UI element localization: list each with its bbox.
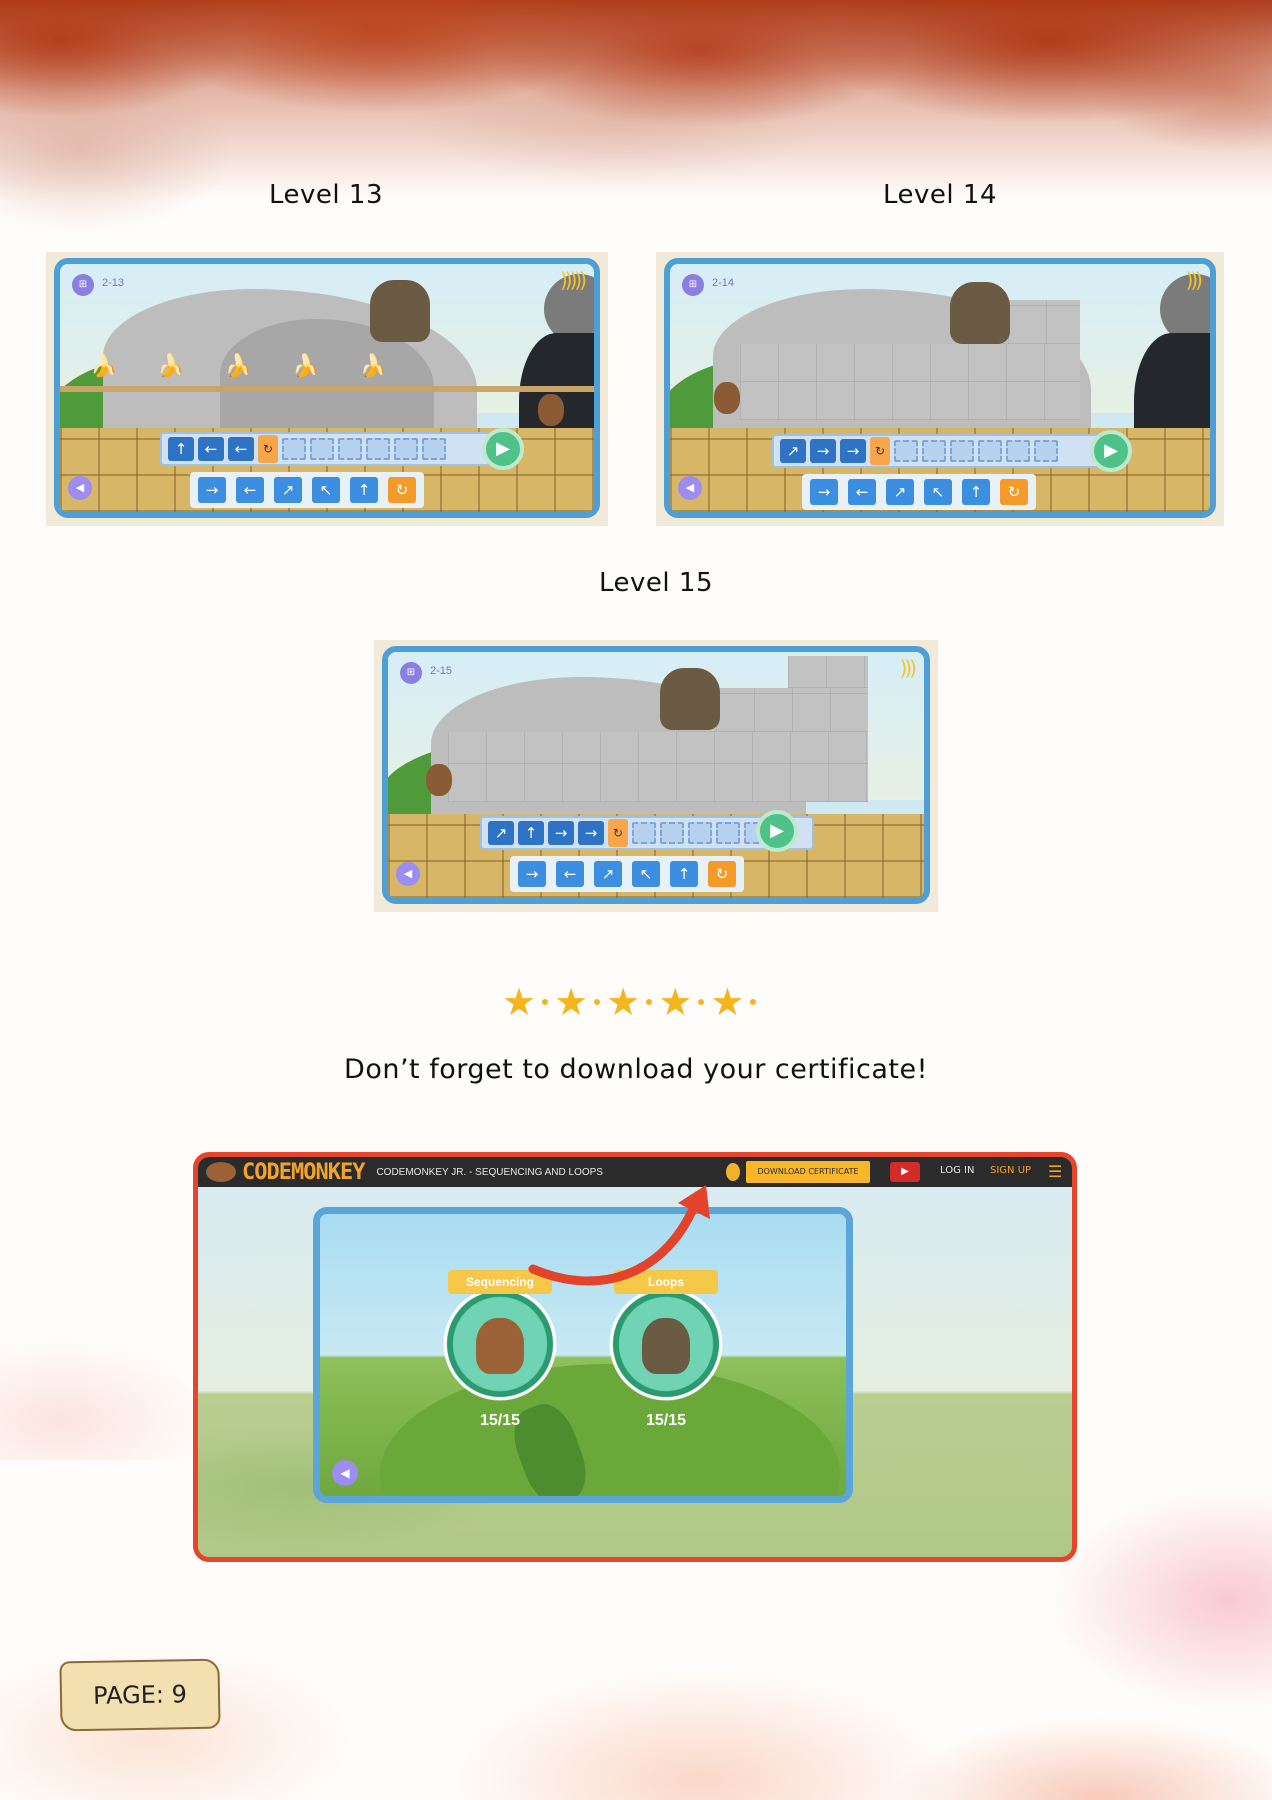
star-icon: ★ <box>710 980 745 1024</box>
game-frame: ⊞ 2-14 ))) ↗ → → ↻ ▶ → ← ↗ ↖ ↑ ↻ ◀ <box>664 258 1216 518</box>
star-icon: ★ <box>502 980 537 1024</box>
empty-slot[interactable] <box>310 438 334 460</box>
star-icon: ★ <box>658 980 693 1024</box>
command-palette: → ← ↗ ↖ ↑ ↻ <box>510 856 744 892</box>
certificate-screenshot: CODEMONKEY CODEMONKEY JR. - SEQUENCING A… <box>193 1152 1077 1562</box>
banana-counter: ))))) <box>559 268 587 292</box>
code-tile[interactable]: → <box>810 439 836 463</box>
empty-slot[interactable] <box>894 440 918 462</box>
level-15-screenshot: ⊞ 2-15 ))) ↗ ↑ → → ↻ ▶ → ← ↗ ↖ ↑ ↻ ◀ <box>374 640 938 912</box>
empty-slot[interactable] <box>366 438 390 460</box>
level-14-screenshot: ⊞ 2-14 ))) ↗ → → ↻ ▶ → ← ↗ ↖ ↑ ↻ ◀ <box>656 252 1224 526</box>
monkey-character <box>426 764 452 796</box>
code-tile[interactable]: → <box>840 439 866 463</box>
page-number: PAGE: 9 <box>92 1680 188 1710</box>
caption-level-15: Level 15 <box>599 568 713 598</box>
play-button[interactable]: ▶ <box>756 810 798 852</box>
palette-up-right[interactable]: ↗ <box>594 861 622 887</box>
sound-icon[interactable]: ◀ <box>678 476 702 500</box>
map-icon[interactable]: ⊞ <box>682 274 704 296</box>
map-icon[interactable]: ⊞ <box>400 662 422 684</box>
command-palette: → ← ↗ ↖ ↑ ↻ <box>802 474 1036 510</box>
banana-counter: ))) <box>899 656 918 680</box>
sound-icon[interactable]: ◀ <box>68 476 92 500</box>
empty-slot[interactable] <box>950 440 974 462</box>
pointer-arrow-icon <box>528 1185 710 1286</box>
palette-left[interactable]: ← <box>556 861 584 887</box>
empty-slot[interactable] <box>922 440 946 462</box>
level-number: 2-14 <box>712 277 735 289</box>
gorilla-character <box>660 668 720 730</box>
banana-icon: 🍌🍌🍌🍌🍌 <box>90 354 427 379</box>
empty-slot[interactable] <box>716 822 740 844</box>
palette-loop[interactable]: ↻ <box>708 861 736 887</box>
empty-slot[interactable] <box>338 438 362 460</box>
download-reminder: Don’t forget to download your certificat… <box>344 1054 928 1085</box>
star-icon: ★ <box>606 980 641 1024</box>
palette-up-right[interactable]: ↗ <box>274 477 302 503</box>
loop-end-tile[interactable]: ↻ <box>608 819 628 847</box>
star-divider: ★ ★ ★ ★ ★ <box>502 982 770 1022</box>
page-number-scroll: PAGE: 9 <box>59 1658 221 1732</box>
palette-up-left[interactable]: ↖ <box>632 861 660 887</box>
level-number: 2-13 <box>102 277 125 289</box>
palette-left[interactable]: ← <box>236 477 264 503</box>
empty-slot[interactable] <box>422 438 446 460</box>
code-tile[interactable]: ← <box>198 437 224 461</box>
program-bar[interactable]: ↗ → → ↻ <box>772 434 1102 468</box>
empty-slot[interactable] <box>632 822 656 844</box>
loop-end-tile[interactable]: ↻ <box>870 437 890 465</box>
palette-up[interactable]: ↑ <box>962 479 990 505</box>
stone-blocks <box>448 732 868 802</box>
empty-slot[interactable] <box>1034 440 1058 462</box>
watercolor-top-wash <box>0 0 1272 240</box>
empty-slot[interactable] <box>1006 440 1030 462</box>
empty-slot[interactable] <box>978 440 1002 462</box>
program-bar[interactable]: ↑ ← ← ↻ <box>160 432 490 466</box>
caption-level-13: Level 13 <box>269 180 383 210</box>
palette-up-left[interactable]: ↖ <box>312 477 340 503</box>
palette-up[interactable]: ↑ <box>670 861 698 887</box>
monkey-character <box>714 382 740 414</box>
command-palette: → ← ↗ ↖ ↑ ↻ <box>190 472 424 508</box>
empty-slot[interactable] <box>688 822 712 844</box>
palette-left[interactable]: ← <box>848 479 876 505</box>
empty-slot[interactable] <box>660 822 684 844</box>
code-tile[interactable]: ← <box>228 437 254 461</box>
level-number: 2-15 <box>430 665 453 677</box>
code-tile[interactable]: ↑ <box>168 437 194 461</box>
code-tile[interactable]: → <box>578 821 604 845</box>
palette-right[interactable]: → <box>518 861 546 887</box>
code-tile[interactable]: ↑ <box>518 821 544 845</box>
empty-slot[interactable] <box>394 438 418 460</box>
star-icon: ★ <box>554 980 589 1024</box>
play-button[interactable]: ▶ <box>482 428 524 470</box>
gorilla-character <box>950 282 1010 344</box>
palette-right[interactable]: → <box>810 479 838 505</box>
level-13-screenshot: 🍌🍌🍌🍌🍌 ⊞ 2-13 ))))) ↑ ← ← ↻ ▶ → ← ↗ ↖ ↑ ↻… <box>46 252 608 526</box>
palette-up[interactable]: ↑ <box>350 477 378 503</box>
empty-slot[interactable] <box>282 438 306 460</box>
map-icon[interactable]: ⊞ <box>72 274 94 296</box>
palette-loop[interactable]: ↻ <box>1000 479 1028 505</box>
palette-loop[interactable]: ↻ <box>388 477 416 503</box>
play-button[interactable]: ▶ <box>1090 430 1132 472</box>
loop-end-tile[interactable]: ↻ <box>258 435 278 463</box>
palette-right[interactable]: → <box>198 477 226 503</box>
monkey-character <box>538 394 564 426</box>
caption-level-14: Level 14 <box>883 180 997 210</box>
sound-icon[interactable]: ◀ <box>396 862 420 886</box>
game-frame: ⊞ 2-15 ))) ↗ ↑ → → ↻ ▶ → ← ↗ ↖ ↑ ↻ ◀ <box>382 646 930 904</box>
palette-up-left[interactable]: ↖ <box>924 479 952 505</box>
code-tile[interactable]: ↗ <box>780 439 806 463</box>
gorilla-character <box>370 280 430 342</box>
game-frame: 🍌🍌🍌🍌🍌 ⊞ 2-13 ))))) ↑ ← ← ↻ ▶ → ← ↗ ↖ ↑ ↻… <box>54 258 600 518</box>
banana-counter: ))) <box>1185 268 1204 292</box>
code-tile[interactable]: → <box>548 821 574 845</box>
code-tile[interactable]: ↗ <box>488 821 514 845</box>
palette-up-right[interactable]: ↗ <box>886 479 914 505</box>
stone-blocks <box>740 344 1080 420</box>
